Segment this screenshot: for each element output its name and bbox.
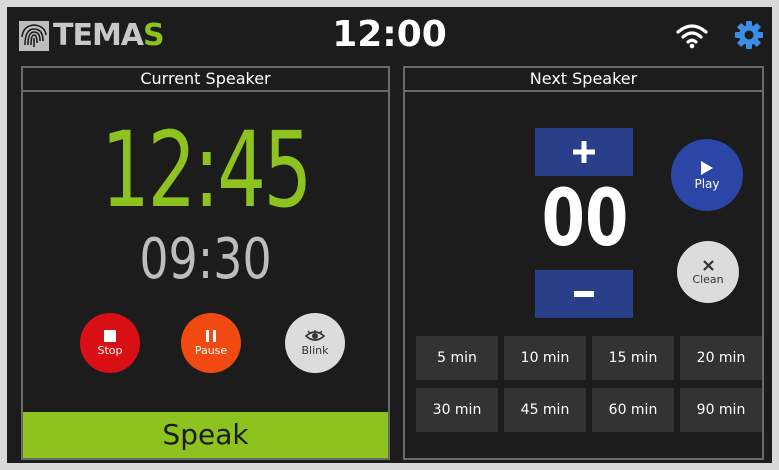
plus-icon	[573, 141, 595, 163]
preset-45-min-button[interactable]: 45 min	[504, 388, 586, 432]
play-icon	[701, 160, 713, 175]
next-speaker-minutes: 00	[541, 174, 629, 264]
play-label: Play	[694, 176, 720, 191]
next-speaker-title: Next Speaker	[405, 68, 762, 92]
preset-20-min-button[interactable]: 20 min	[680, 336, 762, 380]
pause-label: Pause	[194, 344, 228, 357]
settings-gear-icon[interactable]	[734, 20, 764, 50]
decrease-time-button[interactable]	[535, 270, 633, 318]
current-speaker-elapsed-time: 09:30	[139, 227, 272, 292]
system-clock: 12:00	[332, 14, 447, 55]
speak-button[interactable]: Speak	[23, 412, 388, 458]
blink-button[interactable]: Blink	[285, 313, 345, 373]
close-icon	[702, 259, 714, 271]
preset-10-min-button[interactable]: 10 min	[504, 336, 586, 380]
preset-30-min-button[interactable]: 30 min	[416, 388, 498, 432]
stop-button[interactable]: Stop	[80, 313, 140, 373]
top-bar: TEMAS 12:00	[7, 7, 772, 65]
preset-90-min-button[interactable]: 90 min	[680, 388, 762, 432]
preset-60-min-button[interactable]: 60 min	[592, 388, 674, 432]
stop-label: Stop	[97, 344, 123, 357]
minus-icon	[574, 291, 594, 297]
clean-label: Clean	[692, 272, 724, 286]
preset-15-min-button[interactable]: 15 min	[592, 336, 674, 380]
device-screen: TEMAS 12:00 Current Speaker 12:45 09:30 …	[7, 7, 772, 463]
next-speaker-panel: Next Speaker 00 Play Clean 5 min 10 min …	[403, 66, 764, 460]
wifi-icon	[676, 24, 708, 49]
increase-time-button[interactable]	[535, 128, 633, 176]
eye-icon	[305, 330, 325, 341]
clean-button[interactable]: Clean	[677, 241, 739, 303]
pause-button[interactable]: Pause	[181, 313, 241, 373]
current-speaker-panel: Current Speaker 12:45 09:30 Stop Pause B…	[21, 66, 390, 460]
preset-5-min-button[interactable]: 5 min	[416, 336, 498, 380]
blink-label: Blink	[301, 344, 329, 357]
play-button[interactable]: Play	[671, 139, 743, 211]
stop-icon	[104, 330, 116, 342]
current-speaker-title: Current Speaker	[23, 68, 388, 92]
current-speaker-time: 12:45	[101, 109, 312, 231]
pause-icon	[206, 330, 216, 342]
